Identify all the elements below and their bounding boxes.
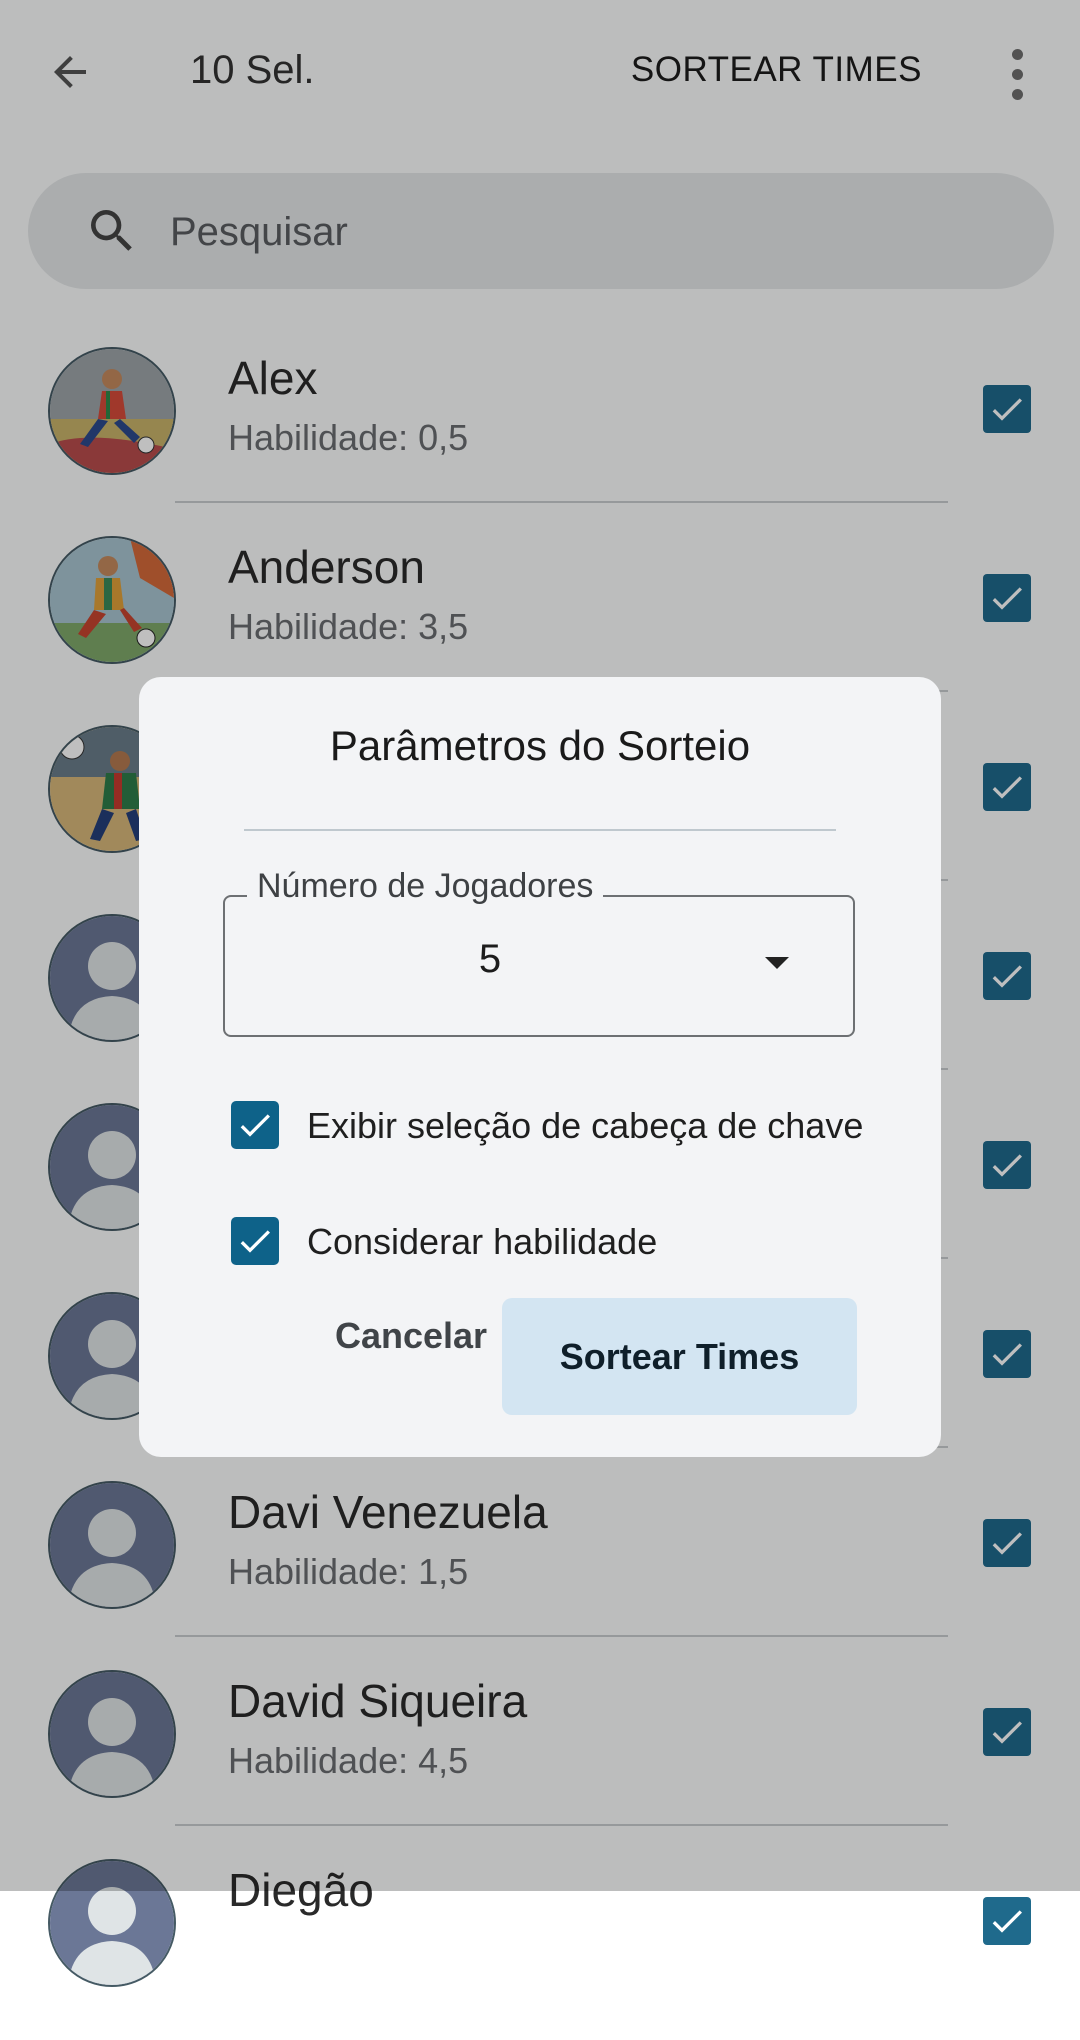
dropdown-arrow-icon: [765, 957, 789, 969]
dialog-divider: [244, 829, 836, 831]
check-icon: [992, 1910, 1022, 1933]
dialog-title: Parâmetros do Sorteio: [329, 722, 751, 769]
check-icon: [240, 1230, 270, 1253]
app-screen: 10 Sel. SORTEAR TIMES Pesquisar Alex Hab…: [0, 0, 1080, 1987]
cancel-button[interactable]: Cancelar: [311, 1297, 511, 1375]
player-count-value: 5: [478, 937, 502, 981]
player-count-label: Número de Jogadores: [247, 867, 604, 906]
check-icon: [240, 1114, 270, 1137]
skill-checkbox[interactable]: [231, 1217, 279, 1265]
draw-parameters-dialog: Parâmetros do Sorteio Número de Jogadore…: [139, 677, 941, 1457]
player-checkbox[interactable]: [983, 1897, 1031, 1945]
skill-option-label: Considerar habilidade: [307, 1221, 658, 1262]
seed-option-label: Exibir seleção de cabeça de chave: [307, 1105, 864, 1146]
seed-checkbox[interactable]: [231, 1101, 279, 1149]
player-count-dropdown[interactable]: Número de Jogadores 5: [223, 867, 855, 1037]
sortear-times-button[interactable]: Sortear Times: [502, 1298, 857, 1415]
